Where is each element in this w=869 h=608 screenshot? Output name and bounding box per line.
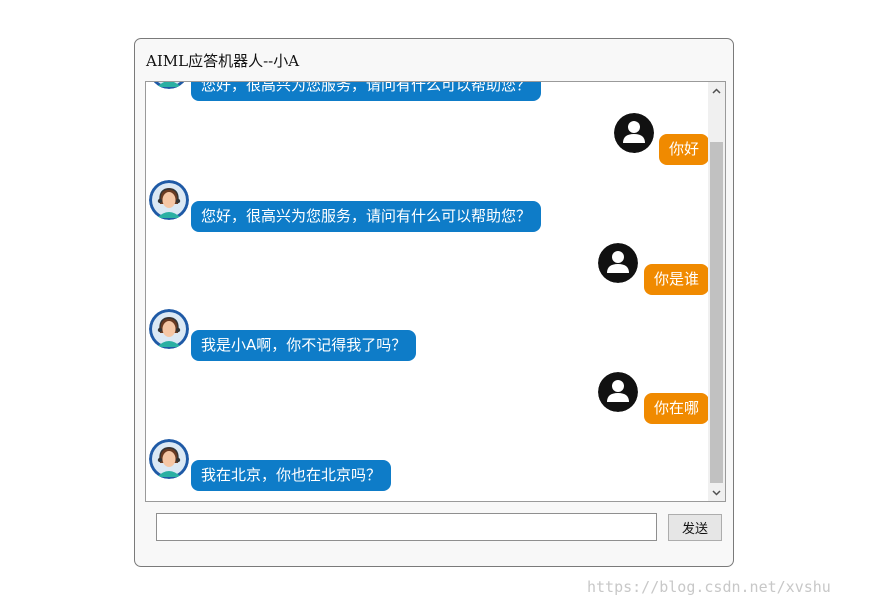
bot-message-bubble: 我在北京，你也在北京吗？ bbox=[191, 460, 392, 491]
user-message-bubble: 你在哪 bbox=[643, 393, 709, 424]
bot-avatar-icon bbox=[149, 309, 189, 349]
bot-message-bubble: 您好，很高兴为您服务，请问有什么可以帮助您？ bbox=[191, 201, 542, 232]
send-button[interactable]: 发送 bbox=[668, 514, 722, 541]
user-avatar-icon bbox=[598, 243, 638, 283]
arrow-down-icon[interactable] bbox=[708, 484, 725, 501]
user-avatar-icon bbox=[614, 113, 654, 153]
watermark-text: https://blog.csdn.net/xvshu bbox=[587, 578, 831, 596]
chat-panel: 您好，很高兴为您服务，请问有什么可以帮助您？ 你好 您好，很高兴为您服务，请问有… bbox=[145, 81, 726, 502]
user-message-bubble: 你是谁 bbox=[643, 264, 709, 295]
window-title: AIML应答机器人--小A bbox=[146, 52, 300, 70]
user-message-bubble: 你好 bbox=[658, 134, 709, 165]
bot-avatar-icon bbox=[149, 439, 189, 479]
bot-avatar-icon bbox=[149, 180, 189, 220]
bot-message: 您好，很高兴为您服务，请问有什么可以帮助您？ bbox=[146, 180, 709, 236]
bot-message: 我是小A啊，你不记得我了吗？ bbox=[146, 309, 709, 365]
bot-message-bubble: 我是小A啊，你不记得我了吗？ bbox=[191, 330, 417, 361]
user-message: 你是谁 bbox=[146, 243, 709, 299]
scrollbar-thumb[interactable] bbox=[710, 142, 723, 483]
user-message: 你在哪 bbox=[146, 372, 709, 428]
message-input[interactable] bbox=[156, 513, 657, 541]
user-avatar-icon bbox=[598, 372, 638, 412]
vertical-scrollbar[interactable] bbox=[708, 82, 725, 501]
chat-window: AIML应答机器人--小A 您好，很高兴为您服务，请问有什么可以帮助您？ 你好 … bbox=[134, 38, 734, 567]
bot-avatar-icon bbox=[149, 82, 189, 89]
message-list: 您好，很高兴为您服务，请问有什么可以帮助您？ 你好 您好，很高兴为您服务，请问有… bbox=[146, 82, 709, 501]
arrow-up-icon[interactable] bbox=[708, 82, 725, 99]
bot-message: 您好，很高兴为您服务，请问有什么可以帮助您？ bbox=[146, 82, 709, 105]
bot-message-bubble: 您好，很高兴为您服务，请问有什么可以帮助您？ bbox=[191, 82, 542, 101]
user-message: 你好 bbox=[146, 113, 709, 169]
bot-message: 我在北京，你也在北京吗？ bbox=[146, 439, 709, 495]
